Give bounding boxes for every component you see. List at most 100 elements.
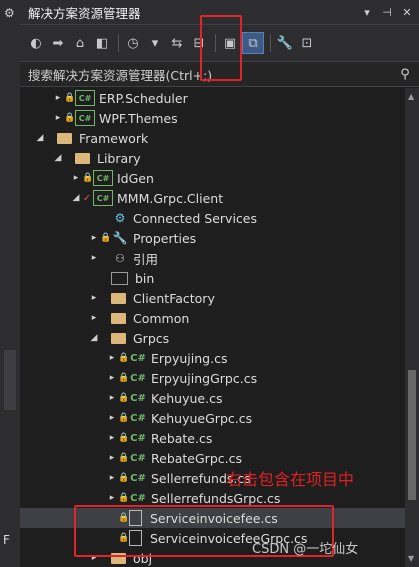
scroll-thumb[interactable] xyxy=(408,370,416,500)
tree-item[interactable]: ▸ 🔒 C# Kehuyue.cs xyxy=(20,388,405,408)
gear-icon[interactable]: ⚙ xyxy=(4,6,15,20)
tree-item-label: Common xyxy=(133,310,190,326)
folder-icon xyxy=(75,152,90,164)
tree-item[interactable]: ▸ 🔒 C# Erpyujing.cs xyxy=(20,348,405,368)
tree-item[interactable]: ▸ 🔒 C# IdGen xyxy=(20,168,405,188)
properties-wrench-icon[interactable]: 🔧 xyxy=(275,33,295,53)
tree-item-label: ErpyujingGrpc.cs xyxy=(151,370,258,386)
search-icon[interactable]: ⚲ xyxy=(391,67,419,82)
tree-item[interactable]: ▸ 🔒 C# Rebate.cs xyxy=(20,428,405,448)
tree-item[interactable]: ▸ 🔒 C# ErpyujingGrpc.cs xyxy=(20,368,405,388)
scroll-up-icon[interactable]: ▲ xyxy=(408,92,414,101)
dropdown-icon[interactable]: ▾ xyxy=(145,33,165,53)
toolbar-separator xyxy=(270,34,271,52)
expand-arrow-icon[interactable]: ▸ xyxy=(88,293,100,303)
expand-arrow-icon[interactable]: ▸ xyxy=(106,393,118,403)
csharp-project-icon: C# xyxy=(75,110,95,126)
tree-item-label: Framework xyxy=(79,130,149,146)
folder-icon xyxy=(111,312,126,324)
checkout-icon: ✓ xyxy=(82,192,92,204)
lock-icon: 🔒 xyxy=(64,113,76,123)
pin-icon[interactable]: ⊣ xyxy=(379,6,395,19)
references-icon: ⚇ xyxy=(115,251,125,265)
tree-item-label: bin xyxy=(135,270,155,286)
tree-item[interactable]: ◢ Framework xyxy=(20,128,405,148)
tree-item[interactable]: ▸ 🔒 C# ERP.Scheduler xyxy=(20,88,405,108)
close-icon[interactable]: ✕ xyxy=(399,6,415,19)
preview-icon[interactable]: ⊡ xyxy=(297,33,317,53)
switch-views-icon[interactable]: ◧ xyxy=(92,33,112,53)
expand-arrow-icon[interactable]: ▸ xyxy=(70,173,82,183)
expand-arrow-icon[interactable]: ▸ xyxy=(106,493,118,503)
tree-item[interactable]: ▸ 🔒 🔧 Properties xyxy=(20,228,405,248)
tree-item[interactable]: ▸ 🔒 C# WPF.Themes xyxy=(20,108,405,128)
folder-outline-icon xyxy=(111,271,128,285)
tree-item[interactable]: bin xyxy=(20,268,405,288)
tree-item[interactable]: ▸ ⚇ 引用 xyxy=(20,248,405,268)
folder-icon xyxy=(57,132,72,144)
dropdown-icon[interactable]: ▾ xyxy=(359,6,375,19)
tree-item-label: 引用 xyxy=(133,251,159,267)
lock-icon: 🔒 xyxy=(118,373,130,383)
lock-icon: 🔒 xyxy=(118,413,130,423)
csharp-project-icon: C# xyxy=(93,170,113,186)
expand-arrow-icon[interactable]: ▸ xyxy=(52,93,64,103)
expand-arrow-icon[interactable]: ▸ xyxy=(88,313,100,323)
expand-arrow-icon[interactable]: ◢ xyxy=(52,153,64,163)
expand-arrow-icon[interactable]: ◢ xyxy=(34,133,46,143)
sync-icon[interactable]: ⇆ xyxy=(167,33,187,53)
scroll-down-icon[interactable]: ▼ xyxy=(408,554,414,563)
folder-icon xyxy=(111,332,126,344)
back-icon[interactable]: ◐ xyxy=(26,33,46,53)
vertical-scrollbar[interactable]: ▲ ▼ xyxy=(405,88,419,567)
connected-services-icon: ⚙ xyxy=(114,211,126,225)
expand-arrow-icon[interactable]: ▸ xyxy=(88,233,100,243)
csharp-project-icon: C# xyxy=(93,190,113,206)
tree-item-label: Connected Services xyxy=(133,210,257,226)
expand-arrow-icon[interactable]: ▸ xyxy=(106,413,118,423)
tree-item-label: Erpyujing.cs xyxy=(151,350,228,366)
panel-title: 解决方案资源管理器 xyxy=(28,5,141,21)
csharp-file-icon: C# xyxy=(130,492,146,504)
lock-icon: 🔒 xyxy=(118,493,130,503)
expand-arrow-icon[interactable]: ▸ xyxy=(106,433,118,443)
expand-arrow-icon[interactable]: ▸ xyxy=(106,373,118,383)
expand-arrow-icon[interactable]: ▸ xyxy=(106,473,118,483)
expand-arrow-icon[interactable]: ◢ xyxy=(88,333,100,343)
tree-item-label: Library xyxy=(97,150,141,166)
forward-icon[interactable]: ➡ xyxy=(48,33,68,53)
tree-item-label: KehuyueGrpc.cs xyxy=(151,410,253,426)
lock-icon: 🔒 xyxy=(100,233,112,243)
tree-item[interactable]: ▸ 🔒 C# KehuyueGrpc.cs xyxy=(20,408,405,428)
expand-arrow-icon[interactable]: ▸ xyxy=(106,453,118,463)
solution-explorer-panel: 解决方案资源管理器 ▾ ⊣ ✕ ◐ ➡ ⌂ ◧ ◷ ▾ ⇆ ⊟ ▣ ⧉ 🔧 ⊡ 搜索解决方案资源管理器… xyxy=(20,0,419,567)
lock-icon: 🔒 xyxy=(118,473,130,483)
wrench-icon: 🔧 xyxy=(112,231,128,245)
left-tool-strip: ⚙ F xyxy=(0,0,21,567)
tree-item[interactable]: ▸ 🔒 C# RebateGrpc.cs xyxy=(20,448,405,468)
left-scroll-thumb[interactable] xyxy=(4,350,16,410)
tree-item-label: IdGen xyxy=(117,170,154,186)
expand-arrow-icon[interactable]: ▸ xyxy=(52,113,64,123)
tree-item-label: Properties xyxy=(133,230,197,246)
folder-icon xyxy=(111,292,126,304)
tree-item-label: Grpcs xyxy=(133,330,170,346)
tree-item[interactable]: ▸ Common xyxy=(20,308,405,328)
tree-item[interactable]: ◢ ✓ C# MMM.Grpc.Client xyxy=(20,188,405,208)
expand-arrow-icon[interactable]: ◢ xyxy=(70,193,82,203)
expand-arrow-icon[interactable]: ▸ xyxy=(88,253,100,263)
tree-item[interactable]: ◢ Grpcs xyxy=(20,328,405,348)
tree-item-label: ERP.Scheduler xyxy=(99,90,188,106)
csharp-file-icon: C# xyxy=(130,452,146,464)
home-icon[interactable]: ⌂ xyxy=(70,33,90,53)
tree-item[interactable]: ⚙ Connected Services xyxy=(20,208,405,228)
expand-arrow-icon[interactable]: ▸ xyxy=(106,353,118,363)
annotation-text: 右击包含在项目中 xyxy=(226,470,355,489)
lock-icon: 🔒 xyxy=(82,173,94,183)
copy-icon[interactable]: ⧉ xyxy=(242,32,264,54)
tree-item[interactable]: ▸ ClientFactory xyxy=(20,288,405,308)
csharp-project-icon: C# xyxy=(75,90,95,106)
tree-item[interactable]: ◢ Library xyxy=(20,148,405,168)
toolbar-separator xyxy=(118,34,119,52)
pending-changes-icon[interactable]: ◷ xyxy=(123,33,143,53)
